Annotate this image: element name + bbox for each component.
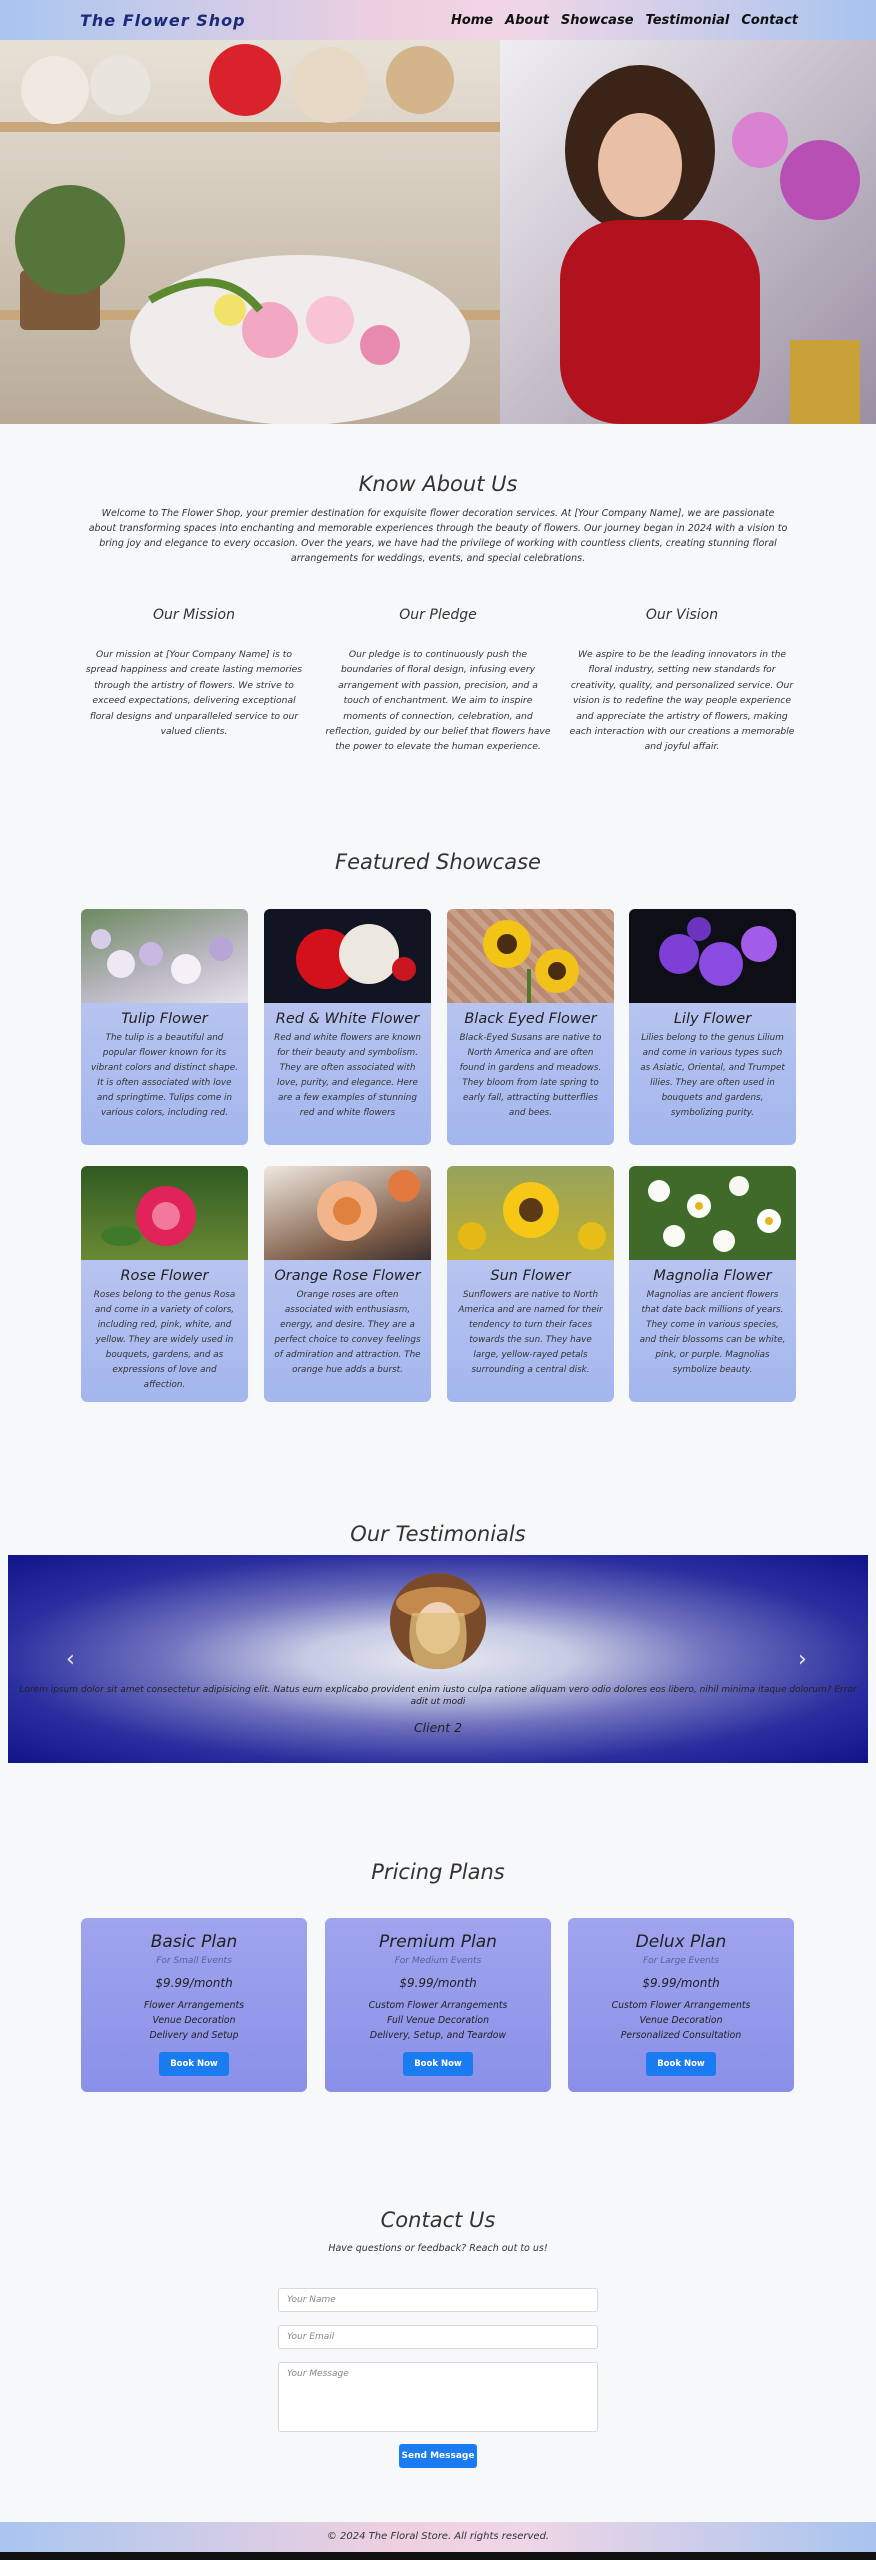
flower-card[interactable]: Orange Rose Flower Orange roses are ofte…: [264, 1166, 431, 1402]
plan-card-basic: Basic Plan For Small Events $9.99/month …: [81, 1918, 307, 2092]
card-description: Red and white flowers are known for thei…: [274, 1033, 421, 1118]
pink-rose-photo: [81, 1166, 248, 1260]
plan-price: $9.99/month: [642, 1976, 720, 1990]
email-field[interactable]: Your Email: [278, 2325, 598, 2349]
plan-feature: Personalized Consultation: [620, 2030, 742, 2041]
plan-feature: Custom Flower Arrangements: [611, 2000, 751, 2011]
card-title: Sun Flower: [490, 1268, 571, 1284]
flower-card[interactable]: Red & White Flower Red and white flowers…: [264, 909, 431, 1145]
plan-price: $9.99/month: [155, 1976, 233, 1990]
nav-links: Home About Showcase Testimonial Contact: [451, 13, 798, 28]
flower-card[interactable]: Magnolia Flower Magnolias are ancient fl…: [629, 1166, 796, 1402]
plan-subtitle: For Medium Events: [394, 1956, 482, 1966]
name-field[interactable]: Your Name: [278, 2288, 598, 2312]
nav-link-about[interactable]: About: [505, 13, 549, 28]
book-now-button[interactable]: Book Now: [403, 2052, 473, 2076]
card-title: Lily Flower: [673, 1011, 752, 1027]
testimonial-client: Client 2: [413, 1720, 463, 1735]
brand-logo[interactable]: The Flower Shop: [80, 11, 246, 30]
plan-feature: Delivery and Setup: [149, 2030, 239, 2041]
card-title: Orange Rose Flower: [274, 1268, 421, 1284]
plan-card-premium: Premium Plan For Medium Events $9.99/mon…: [325, 1918, 551, 2092]
plan-subtitle: For Large Events: [642, 1956, 720, 1966]
card-description: Sunflowers are native to North America a…: [458, 1290, 603, 1375]
plan-feature: Full Venue Decoration: [387, 2015, 489, 2026]
red-white-dahlia-photo: [264, 909, 431, 1003]
sunflower-field-photo: [447, 1166, 614, 1260]
plan-subtitle: For Small Events: [156, 1956, 232, 1966]
testimonial-quote: Lorem ipsum dolor sit amet consectetur a…: [19, 1685, 857, 1695]
plan-feature: Flower Arrangements: [143, 2000, 245, 2011]
testimonial-carousel: ‹ › Lorem ipsum dolor sit amet consectet…: [8, 1555, 868, 1763]
nav-link-home[interactable]: Home: [451, 13, 493, 28]
nav-link-showcase[interactable]: Showcase: [561, 13, 634, 28]
daisies-photo: [629, 1166, 796, 1260]
plan-features: Custom Flower Arrangements Full Venue De…: [325, 1998, 551, 2043]
plan-feature: Venue Decoration: [152, 2015, 236, 2026]
purple-flowers-photo: [629, 909, 796, 1003]
testimonials-title: Our Testimonials: [350, 1522, 526, 1546]
card-description: Magnolias are ancient flowers that date …: [639, 1290, 786, 1375]
flower-card[interactable]: Tulip Flower The tulip is a beautiful an…: [81, 909, 248, 1145]
nav-link-contact[interactable]: Contact: [741, 13, 798, 28]
plan-feature: Custom Flower Arrangements: [368, 2000, 508, 2011]
chevron-left-icon[interactable]: ‹: [66, 1647, 75, 1672]
white-purple-blossoms-photo: [81, 909, 248, 1003]
hero-image: [0, 40, 876, 424]
pledge-title: Our Pledge: [399, 607, 477, 623]
book-now-button[interactable]: Book Now: [159, 2052, 229, 2076]
orange-rose-photo: [264, 1166, 431, 1260]
sunflower-photo: [447, 909, 614, 1003]
footer: © 2024 The Floral Store. All rights rese…: [0, 2522, 876, 2552]
pledge-text: Our pledge is to continuously push the b…: [325, 649, 551, 753]
chevron-right-icon[interactable]: ›: [798, 1647, 807, 1672]
mission-title: Our Mission: [153, 607, 235, 623]
contact-subtitle: Have questions or feedback? Reach out to…: [328, 2243, 548, 2254]
about-title: Know About Us: [358, 472, 518, 496]
card-title: Red & White Flower: [275, 1011, 420, 1027]
plan-name: Basic Plan: [150, 1932, 238, 1952]
pricing-title: Pricing Plans: [371, 1860, 505, 1884]
plan-features: Custom Flower Arrangements Venue Decorat…: [568, 1998, 794, 2043]
about-text: Welcome to The Flower Shop, your premier…: [88, 508, 788, 564]
plan-name: Premium Plan: [379, 1932, 497, 1952]
flower-card[interactable]: Lily Flower Lilies belong to the genus L…: [629, 909, 796, 1145]
avatar: [390, 1573, 486, 1669]
nav-link-testimonial[interactable]: Testimonial: [646, 13, 730, 28]
flower-card[interactable]: Black Eyed Flower Black-Eyed Susans are …: [447, 909, 614, 1145]
card-description: Black-Eyed Susans are native to North Am…: [459, 1033, 602, 1118]
footer-divider: [0, 2552, 876, 2560]
card-title: Rose Flower: [120, 1268, 209, 1284]
flower-card[interactable]: Sun Flower Sunflowers are native to Nort…: [447, 1166, 614, 1402]
contact-title: Contact Us: [380, 2208, 496, 2232]
plan-card-delux: Delux Plan For Large Events $9.99/month …: [568, 1918, 794, 2092]
navbar: The Flower Shop Home About Showcase Test…: [0, 0, 876, 40]
card-title: Tulip Flower: [121, 1011, 208, 1027]
plan-feature: Venue Decoration: [639, 2015, 723, 2026]
vision-text: We aspire to be the leading innovators i…: [569, 649, 795, 753]
showcase-title: Featured Showcase: [335, 850, 541, 874]
card-title: Black Eyed Flower: [464, 1011, 597, 1027]
plan-features: Flower Arrangements Venue Decoration Del…: [81, 1998, 307, 2043]
card-description: Orange roses are often associated with e…: [274, 1290, 421, 1375]
card-description: The tulip is a beautiful and popular flo…: [91, 1033, 238, 1118]
card-description: Lilies belong to the genus Lilium and co…: [640, 1033, 785, 1118]
plan-price: $9.99/month: [399, 1976, 477, 1990]
message-field[interactable]: Your Message: [278, 2362, 598, 2432]
testimonial-quote-end: adit ut modi: [410, 1697, 466, 1707]
mission-text: Our mission at [Your Company Name] is to…: [85, 649, 303, 738]
plan-feature: Delivery, Setup, and Teardow: [369, 2030, 507, 2041]
book-now-button[interactable]: Book Now: [646, 2052, 716, 2076]
flower-card[interactable]: Rose Flower Roses belong to the genus Ro…: [81, 1166, 248, 1402]
plan-name: Delux Plan: [635, 1932, 727, 1952]
card-description: Roses belong to the genus Rosa and come …: [93, 1290, 236, 1390]
send-message-button[interactable]: Send Message: [399, 2444, 477, 2468]
vision-title: Our Vision: [645, 607, 719, 623]
card-title: Magnolia Flower: [653, 1268, 772, 1284]
